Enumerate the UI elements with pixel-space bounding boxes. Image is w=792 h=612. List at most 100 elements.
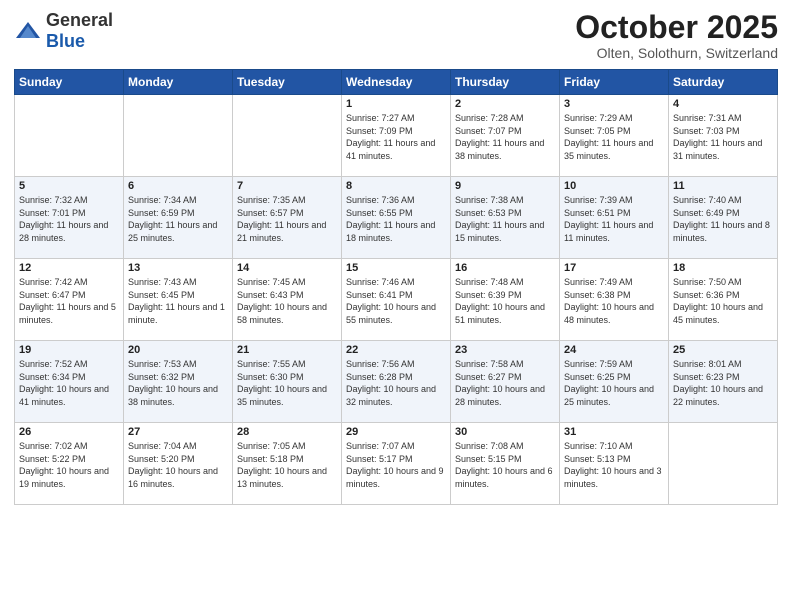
- calendar-cell: [124, 95, 233, 177]
- day-number: 8: [346, 180, 446, 192]
- calendar-cell: 1 Sunrise: 7:27 AM Sunset: 7:09 PM Daylig…: [342, 95, 451, 177]
- day-info: Sunrise: 7:02 AM Sunset: 5:22 PM Dayligh…: [19, 440, 119, 490]
- logo-general: General: [46, 10, 113, 30]
- day-number: 18: [673, 262, 773, 274]
- day-info: Sunrise: 7:52 AM Sunset: 6:34 PM Dayligh…: [19, 358, 119, 408]
- week-row-3: 12Sunrise: 7:42 AM Sunset: 6:47 PM Dayli…: [15, 259, 778, 341]
- calendar-cell: 6 Sunrise: 7:34 AM Sunset: 6:59 PM Daylig…: [124, 177, 233, 259]
- day-number: 13: [128, 262, 228, 274]
- day-number: 14: [237, 262, 337, 274]
- calendar-cell: 4Sunrise: 7:31 AM Sunset: 7:03 PM Daylig…: [669, 95, 778, 177]
- calendar-cell: 5Sunrise: 7:32 AM Sunset: 7:01 PM Daylig…: [15, 177, 124, 259]
- day-number: 6: [128, 180, 228, 192]
- calendar-cell: 3 Sunrise: 7:29 AM Sunset: 7:05 PM Daylig…: [560, 95, 669, 177]
- day-info: Sunrise: 7:08 AM Sunset: 5:15 PM Dayligh…: [455, 440, 555, 490]
- calendar-cell: [15, 95, 124, 177]
- day-info: Sunrise: 7:58 AM Sunset: 6:27 PM Dayligh…: [455, 358, 555, 408]
- day-info: Sunrise: 7:36 AM Sunset: 6:55 PM Dayligh…: [346, 194, 446, 244]
- day-number: 25: [673, 344, 773, 356]
- month-title: October 2025: [575, 10, 778, 45]
- weekday-sunday: Sunday: [15, 70, 124, 95]
- calendar-cell: 24 Sunrise: 7:59 AM Sunset: 6:25 PM Dayli…: [560, 341, 669, 423]
- calendar-cell: 21Sunrise: 7:55 AM Sunset: 6:30 PM Dayli…: [233, 341, 342, 423]
- day-number: 22: [346, 344, 446, 356]
- calendar-cell: 16 Sunrise: 7:48 AM Sunset: 6:39 PM Dayli…: [451, 259, 560, 341]
- day-info: Sunrise: 7:38 AM Sunset: 6:53 PM Dayligh…: [455, 194, 555, 244]
- weekday-saturday: Saturday: [669, 70, 778, 95]
- calendar-cell: 19Sunrise: 7:52 AM Sunset: 6:34 PM Dayli…: [15, 341, 124, 423]
- day-number: 26: [19, 426, 119, 438]
- day-info: Sunrise: 7:28 AM Sunset: 7:07 PM Dayligh…: [455, 112, 555, 162]
- day-number: 30: [455, 426, 555, 438]
- week-row-1: 1 Sunrise: 7:27 AM Sunset: 7:09 PM Daylig…: [15, 95, 778, 177]
- day-info: Sunrise: 7:45 AM Sunset: 6:43 PM Dayligh…: [237, 276, 337, 326]
- day-number: 24: [564, 344, 664, 356]
- day-info: Sunrise: 7:56 AM Sunset: 6:28 PM Dayligh…: [346, 358, 446, 408]
- day-info: Sunrise: 7:29 AM Sunset: 7:05 PM Dayligh…: [564, 112, 664, 162]
- day-info: Sunrise: 7:49 AM Sunset: 6:38 PM Dayligh…: [564, 276, 664, 326]
- calendar-cell: 26 Sunrise: 7:02 AM Sunset: 5:22 PM Dayli…: [15, 423, 124, 505]
- day-number: 10: [564, 180, 664, 192]
- day-info: Sunrise: 7:59 AM Sunset: 6:25 PM Dayligh…: [564, 358, 664, 408]
- header: General Blue October 2025 Olten, Solothu…: [14, 10, 778, 61]
- day-info: Sunrise: 7:43 AM Sunset: 6:45 PM Dayligh…: [128, 276, 228, 326]
- calendar-cell: 12Sunrise: 7:42 AM Sunset: 6:47 PM Dayli…: [15, 259, 124, 341]
- calendar-cell: 20 Sunrise: 7:53 AM Sunset: 6:32 PM Dayli…: [124, 341, 233, 423]
- day-info: Sunrise: 7:31 AM Sunset: 7:03 PM Dayligh…: [673, 112, 773, 162]
- day-number: 3: [564, 98, 664, 110]
- day-number: 2: [455, 98, 555, 110]
- calendar-cell: 25 Sunrise: 8:01 AM Sunset: 6:23 PM Dayli…: [669, 341, 778, 423]
- calendar-cell: 8 Sunrise: 7:36 AM Sunset: 6:55 PM Daylig…: [342, 177, 451, 259]
- day-info: Sunrise: 7:32 AM Sunset: 7:01 PM Dayligh…: [19, 194, 119, 244]
- day-number: 17: [564, 262, 664, 274]
- calendar-cell: 14 Sunrise: 7:45 AM Sunset: 6:43 PM Dayli…: [233, 259, 342, 341]
- calendar-cell: 18 Sunrise: 7:50 AM Sunset: 6:36 PM Dayli…: [669, 259, 778, 341]
- calendar-cell: 23Sunrise: 7:58 AM Sunset: 6:27 PM Dayli…: [451, 341, 560, 423]
- day-number: 31: [564, 426, 664, 438]
- day-info: Sunrise: 7:48 AM Sunset: 6:39 PM Dayligh…: [455, 276, 555, 326]
- calendar-table: SundayMondayTuesdayWednesdayThursdayFrid…: [14, 69, 778, 505]
- calendar-cell: 7 Sunrise: 7:35 AM Sunset: 6:57 PM Daylig…: [233, 177, 342, 259]
- week-row-4: 19Sunrise: 7:52 AM Sunset: 6:34 PM Dayli…: [15, 341, 778, 423]
- weekday-monday: Monday: [124, 70, 233, 95]
- calendar-cell: 22 Sunrise: 7:56 AM Sunset: 6:28 PM Dayli…: [342, 341, 451, 423]
- weekday-thursday: Thursday: [451, 70, 560, 95]
- day-number: 12: [19, 262, 119, 274]
- day-info: Sunrise: 7:34 AM Sunset: 6:59 PM Dayligh…: [128, 194, 228, 244]
- day-number: 29: [346, 426, 446, 438]
- calendar-cell: 10Sunrise: 7:39 AM Sunset: 6:51 PM Dayli…: [560, 177, 669, 259]
- calendar-cell: 2 Sunrise: 7:28 AM Sunset: 7:07 PM Daylig…: [451, 95, 560, 177]
- day-number: 1: [346, 98, 446, 110]
- title-block: October 2025 Olten, Solothurn, Switzerla…: [575, 10, 778, 61]
- day-info: Sunrise: 8:01 AM Sunset: 6:23 PM Dayligh…: [673, 358, 773, 408]
- calendar-cell: 15Sunrise: 7:46 AM Sunset: 6:41 PM Dayli…: [342, 259, 451, 341]
- page: General Blue October 2025 Olten, Solothu…: [0, 0, 792, 515]
- weekday-header-row: SundayMondayTuesdayWednesdayThursdayFrid…: [15, 70, 778, 95]
- day-number: 20: [128, 344, 228, 356]
- day-number: 21: [237, 344, 337, 356]
- day-info: Sunrise: 7:07 AM Sunset: 5:17 PM Dayligh…: [346, 440, 446, 490]
- day-info: Sunrise: 7:50 AM Sunset: 6:36 PM Dayligh…: [673, 276, 773, 326]
- logo: General Blue: [14, 10, 113, 52]
- calendar-cell: 11 Sunrise: 7:40 AM Sunset: 6:49 PM Dayli…: [669, 177, 778, 259]
- calendar-cell: 28Sunrise: 7:05 AM Sunset: 5:18 PM Dayli…: [233, 423, 342, 505]
- day-number: 9: [455, 180, 555, 192]
- calendar-cell: [669, 423, 778, 505]
- day-info: Sunrise: 7:53 AM Sunset: 6:32 PM Dayligh…: [128, 358, 228, 408]
- day-info: Sunrise: 7:05 AM Sunset: 5:18 PM Dayligh…: [237, 440, 337, 490]
- location: Olten, Solothurn, Switzerland: [575, 45, 778, 61]
- day-info: Sunrise: 7:40 AM Sunset: 6:49 PM Dayligh…: [673, 194, 773, 244]
- calendar-cell: 31 Sunrise: 7:10 AM Sunset: 5:13 PM Dayli…: [560, 423, 669, 505]
- day-info: Sunrise: 7:27 AM Sunset: 7:09 PM Dayligh…: [346, 112, 446, 162]
- day-number: 11: [673, 180, 773, 192]
- day-number: 16: [455, 262, 555, 274]
- day-info: Sunrise: 7:35 AM Sunset: 6:57 PM Dayligh…: [237, 194, 337, 244]
- calendar-cell: 30 Sunrise: 7:08 AM Sunset: 5:15 PM Dayli…: [451, 423, 560, 505]
- logo-icon: [14, 20, 42, 42]
- day-number: 7: [237, 180, 337, 192]
- calendar-cell: [233, 95, 342, 177]
- day-info: Sunrise: 7:10 AM Sunset: 5:13 PM Dayligh…: [564, 440, 664, 490]
- calendar-cell: 27Sunrise: 7:04 AM Sunset: 5:20 PM Dayli…: [124, 423, 233, 505]
- weekday-wednesday: Wednesday: [342, 70, 451, 95]
- logo-blue: Blue: [46, 31, 85, 51]
